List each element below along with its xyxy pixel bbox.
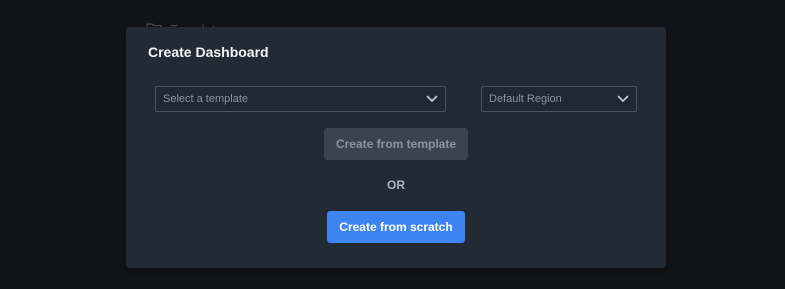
chevron-down-icon: [617, 95, 629, 103]
or-divider-label: OR: [387, 178, 405, 192]
create-dashboard-dialog: Create Dashboard Select a template Defau…: [126, 27, 666, 268]
region-select-value: Default Region: [489, 93, 562, 105]
template-select[interactable]: Select a template: [155, 86, 446, 112]
chevron-down-icon: [426, 95, 438, 103]
template-select-placeholder: Select a template: [163, 93, 248, 105]
create-from-scratch-button[interactable]: Create from scratch: [327, 211, 465, 243]
dialog-title: Create Dashboard: [148, 44, 269, 60]
region-select[interactable]: Default Region: [481, 86, 637, 112]
create-from-template-button[interactable]: Create from template: [324, 128, 468, 160]
